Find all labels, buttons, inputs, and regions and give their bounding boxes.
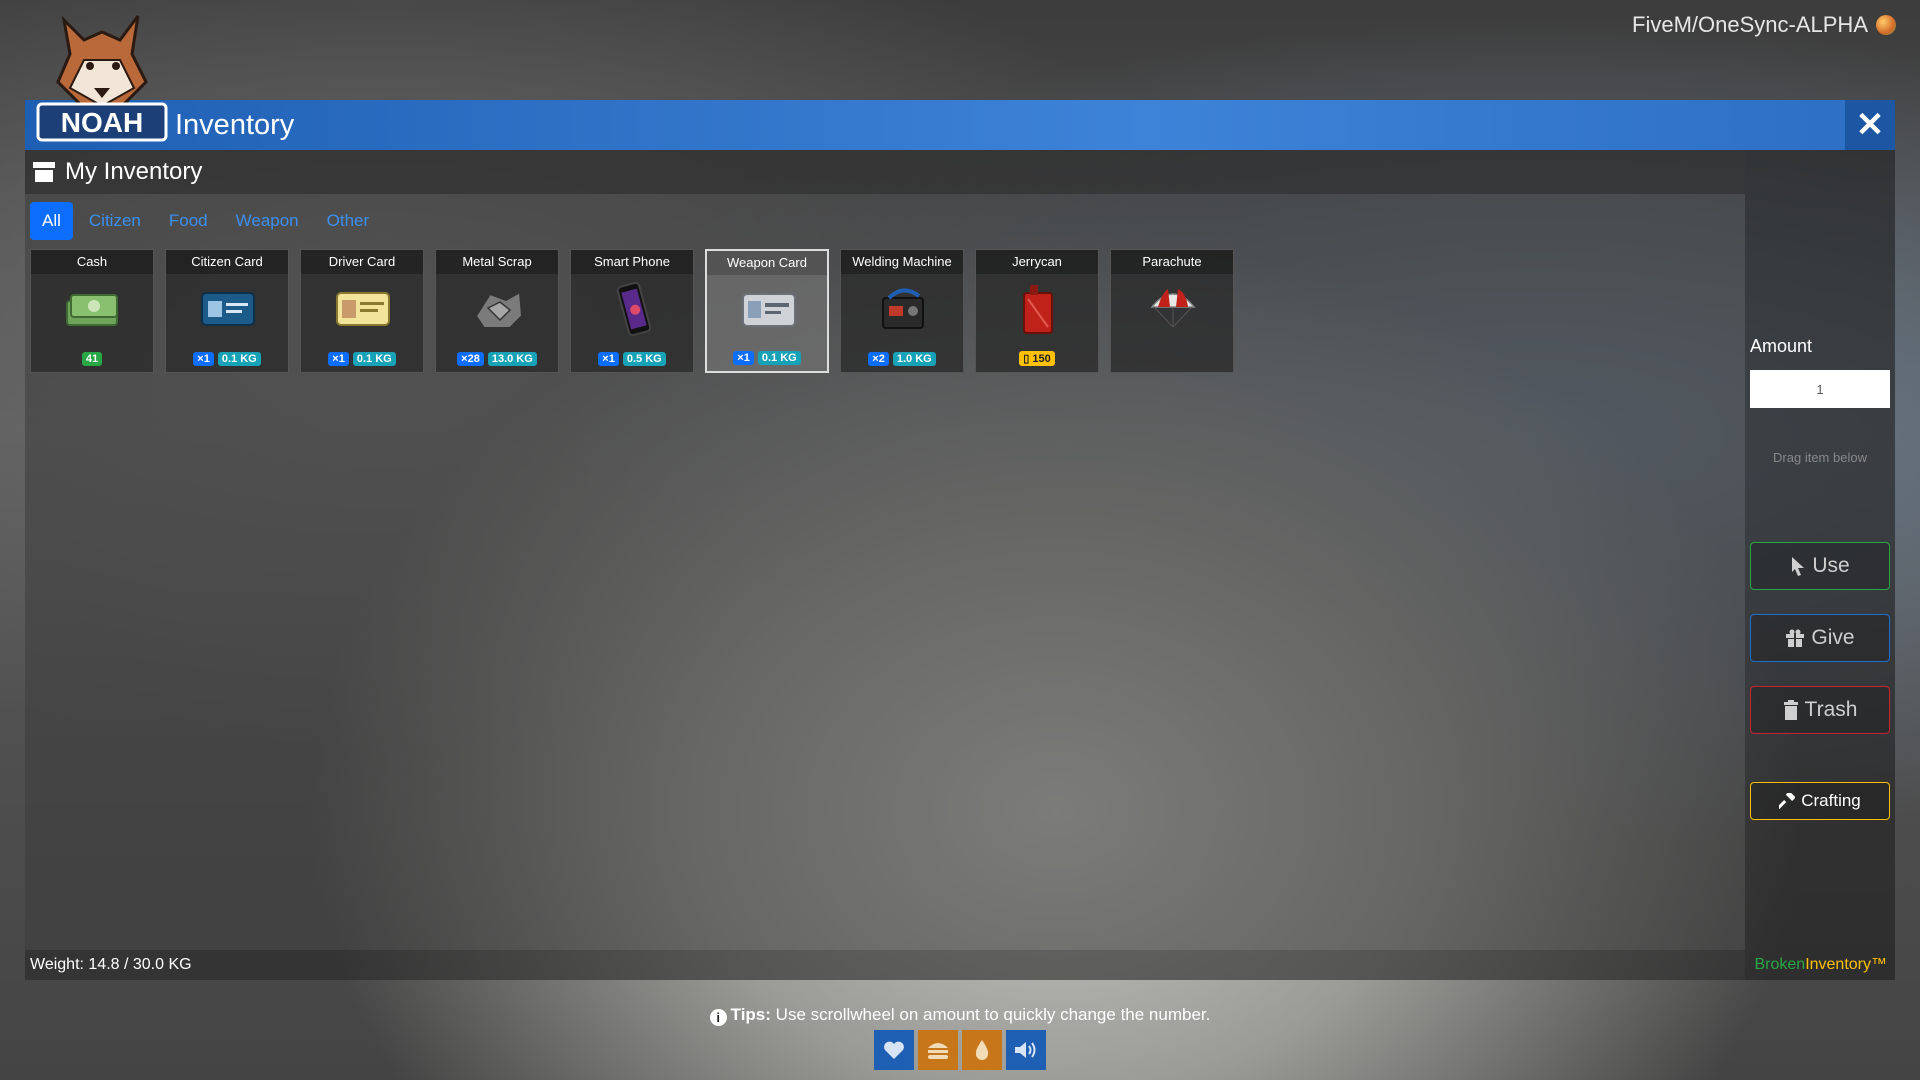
window-title: Inventory [175,108,295,141]
server-label: FiveM/OneSync-ALPHA [1632,12,1868,37]
heart-icon [874,1030,914,1070]
tab-citizen[interactable]: Citizen [77,202,153,240]
weight-footer: Weight: 14.8 / 30.0 KG [25,950,1745,980]
use-button[interactable]: Use [1750,542,1890,590]
crafting-button[interactable]: Crafting [1750,782,1890,820]
item-name: Driver Card [301,250,423,274]
amount-label: Amount [1750,336,1813,356]
item-name: Cash [31,250,153,274]
brand-part-2: Inventory™ [1805,956,1887,973]
tab-all[interactable]: All [30,202,73,240]
weight-badge: 1.0 KG [892,352,936,366]
close-icon: ✕ [1855,106,1885,144]
phone-icon [603,282,663,336]
info-icon: i [709,1009,727,1026]
tips-bar: i Tips: Use scrollwheel on amount to quic… [0,1005,1920,1026]
money-badge: 41 [81,352,103,366]
count-badge: ×1 [328,352,349,366]
weight-badge: 0.1 KG [757,351,801,365]
weight-badge: 0.1 KG [217,352,261,366]
tab-food[interactable]: Food [157,202,220,240]
noah-logo: NOAH [36,15,168,142]
item-name: Metal Scrap [436,250,558,274]
driver-card-icon [333,284,393,334]
item-name: Parachute [1111,250,1233,274]
item-name: Weapon Card [707,251,827,275]
give-button[interactable]: Give [1750,614,1890,662]
titlebar: Inventory ✕ [25,100,1895,150]
pointer-icon [1792,557,1805,576]
item-name: Citizen Card [166,250,288,274]
tab-weapon[interactable]: Weapon [224,202,311,240]
item-slot-welding-machine[interactable]: Welding Machine ×2 1.0 KG [840,249,964,373]
welding-machine-icon [873,284,933,334]
inventory-panel: My Inventory All Citizen Food Weapon Oth… [25,150,1745,950]
hammer-icon [1779,793,1796,809]
item-slot-weapon-card[interactable]: Weapon Card ×1 0.1 KG [705,249,829,373]
amount-input[interactable] [1750,370,1890,408]
crafting-label: Crafting [1801,791,1861,810]
water-drop-icon [962,1030,1002,1070]
server-tag: FiveM/OneSync-ALPHA [1632,12,1896,38]
logo-text: NOAH [61,107,143,138]
action-sidebar: Amount Drag item below Use Give Trash Cr… [1745,150,1895,980]
server-globe-icon [1876,15,1896,35]
trash-icon [1783,700,1798,720]
brand-label: BrokenInventory™ [1754,956,1887,974]
count-badge: ×28 [457,352,484,366]
archive-box-icon [33,162,55,182]
count-badge: ×1 [193,352,214,366]
brand-part-1: Broken [1754,956,1806,973]
metal-scrap-icon [468,284,528,334]
weight-badge: 13.0 KG [487,352,537,366]
item-slot-smart-phone[interactable]: Smart Phone ×1 0.5 KG [570,249,694,373]
item-slot-metal-scrap[interactable]: Metal Scrap ×28 13.0 KG [435,249,559,373]
drag-hint: Drag item below [1773,450,1867,465]
weight-badge: 0.1 KG [352,352,396,366]
close-button[interactable]: ✕ [1845,100,1895,150]
count-badge: ×2 [868,352,889,366]
tab-other[interactable]: Other [315,202,382,240]
parachute-icon [1143,284,1203,334]
weight-label: Weight: 14.8 / 30.0 KG [30,956,192,973]
gift-icon [1786,629,1805,647]
panel-title: My Inventory [65,158,203,185]
item-slot-citizen-card[interactable]: Citizen Card ×1 0.1 KG [165,249,289,373]
trash-button[interactable]: Trash [1750,686,1890,734]
fuel-value: 150 [1032,353,1051,365]
item-name: Smart Phone [571,250,693,274]
count-badge: ×1 [733,351,754,365]
fuel-badge: ▯ 150 [1019,351,1055,366]
inventory-window: Inventory ✕ My Inventory All Citizen Foo… [25,100,1895,980]
item-slot-driver-card[interactable]: Driver Card ×1 0.1 KG [300,249,424,373]
category-tabs: All Citizen Food Weapon Other [25,194,1745,244]
panel-header: My Inventory [25,150,1745,194]
trash-label: Trash [1804,698,1858,721]
weight-badge: 0.5 KG [622,352,666,366]
jerrycan-icon [1008,284,1068,334]
give-label: Give [1811,626,1855,649]
item-slot-cash[interactable]: Cash 41 [30,249,154,373]
burger-icon [918,1030,958,1070]
id-card-icon [198,284,258,334]
item-name: Jerrycan [976,250,1098,274]
tips-text: Use scrollwheel on amount to quickly cha… [770,1005,1211,1024]
weapon-card-icon [739,285,799,335]
item-slot-jerrycan[interactable]: Jerrycan ▯ 150 [975,249,1099,373]
item-grid: Cash 41 Citizen Card ×1 0.1 KG Driver Ca… [25,244,1745,378]
item-slot-parachute[interactable]: Parachute [1110,249,1234,373]
count-badge: ×1 [598,352,619,366]
item-name: Welding Machine [841,250,963,274]
use-label: Use [1812,554,1850,577]
tips-prefix: Tips: [730,1005,771,1024]
speaker-icon [1006,1030,1046,1070]
status-hud [874,1030,1046,1070]
cash-icon [63,284,123,334]
